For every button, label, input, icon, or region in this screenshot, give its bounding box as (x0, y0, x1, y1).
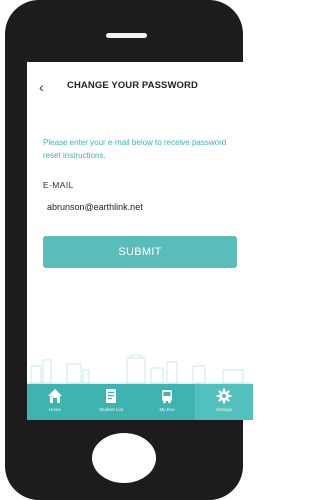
tab-home[interactable]: Home (27, 384, 83, 420)
document-icon (106, 389, 116, 403)
bus-icon (162, 390, 172, 404)
tab-settings-label: Settings (215, 407, 233, 412)
skyline-illustration (27, 354, 253, 384)
home-button[interactable] (92, 433, 156, 483)
tab-my-bus[interactable]: My Bus (139, 384, 195, 420)
email-label: E-MAIL (43, 180, 74, 190)
tab-my-bus-label: My Bus (159, 407, 175, 412)
gear-icon (216, 388, 232, 404)
tab-student-list[interactable]: Student List (83, 384, 139, 420)
home-icon (48, 389, 62, 403)
tab-home-label: Home (48, 407, 61, 412)
phone-frame: ‹ CHANGE YOUR PASSWORD Please enter your… (5, 0, 253, 500)
tab-student-list-label: Student List (99, 407, 123, 412)
email-field[interactable]: abrunson@earthlink.net (47, 202, 143, 212)
tab-settings[interactable]: Settings (195, 384, 253, 420)
app-screen: ‹ CHANGE YOUR PASSWORD Please enter your… (27, 62, 253, 420)
screen-header: ‹ CHANGE YOUR PASSWORD (27, 76, 253, 100)
phone-speaker (106, 33, 147, 38)
submit-button[interactable]: SUBMIT (43, 236, 237, 268)
page-title: CHANGE YOUR PASSWORD (67, 80, 198, 91)
tab-bar: Home Student List My Bus Settings (27, 384, 253, 420)
back-button[interactable]: ‹ (39, 79, 44, 95)
instructions-text: Please enter your e-mail below to receiv… (43, 138, 227, 160)
